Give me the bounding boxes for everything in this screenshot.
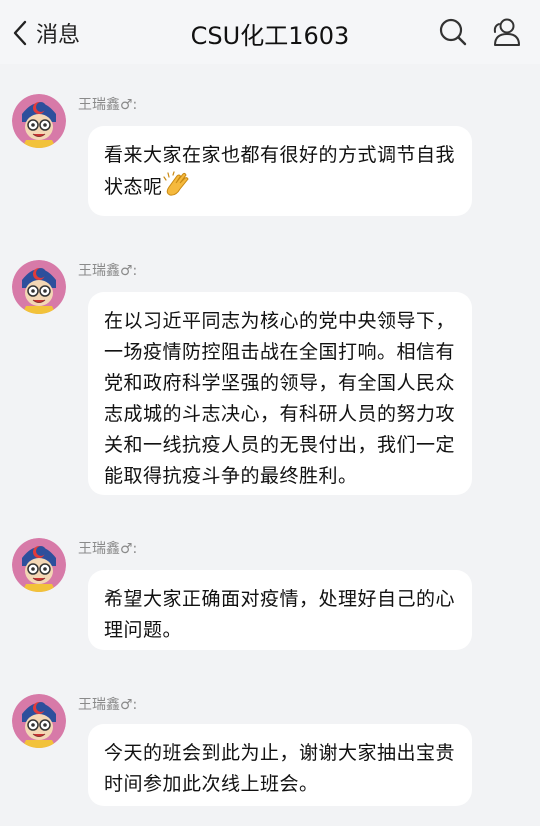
back-label: 消息 — [36, 23, 81, 48]
message-text: 看来大家在家也都有很好的方式调节自我状态呢 — [104, 144, 456, 198]
clapping-hands-icon — [162, 171, 189, 196]
chevron-left-icon — [13, 20, 27, 46]
avatar-image — [12, 260, 66, 314]
message-bubble[interactable]: 今天的班会到此为止，谢谢大家抽出宝贵时间参加此次线上班会。 — [88, 724, 472, 806]
message-bubble[interactable]: 看来大家在家也都有很好的方式调节自我状态呢 — [88, 126, 472, 216]
message-bubble[interactable]: 在以习近平同志为核心的党中央领导下，一场疫情防控阻击战在全国打响。相信有党和政府… — [88, 292, 472, 495]
avatar[interactable] — [12, 694, 66, 748]
sender-name: 王瑞鑫♂: — [78, 697, 138, 713]
sender-name: 王瑞鑫♂: — [78, 263, 138, 279]
sender-name: 王瑞鑫♂: — [78, 97, 138, 113]
avatar-image — [12, 94, 66, 148]
avatar[interactable] — [12, 538, 66, 592]
avatar[interactable] — [12, 94, 66, 148]
avatar[interactable] — [12, 260, 66, 314]
message-bubble[interactable]: 希望大家正确面对疫情，处理好自己的心理问题。 — [88, 570, 472, 650]
message-text: 今天的班会到此为止，谢谢大家抽出宝贵时间参加此次线上班会。 — [104, 742, 456, 795]
message-text: 在以习近平同志为核心的党中央领导下，一场疫情防控阻击战在全国打响。相信有党和政府… — [104, 310, 456, 487]
avatar-image — [12, 538, 66, 592]
sender-name: 王瑞鑫♂: — [78, 541, 138, 557]
search-icon[interactable] — [438, 16, 468, 48]
avatar-image — [12, 694, 66, 748]
top-nav-bar: 消息 CSU化工1603 — [0, 0, 540, 64]
group-profile-icon[interactable] — [490, 16, 522, 48]
back-button[interactable]: 消息 — [10, 14, 80, 52]
message-text: 希望大家正确面对疫情，处理好自己的心理问题。 — [104, 588, 456, 641]
